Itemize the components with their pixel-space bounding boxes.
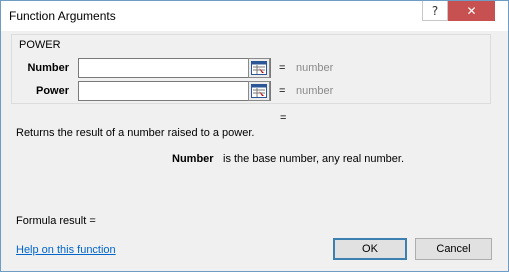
- power-ref-button[interactable]: [248, 81, 270, 101]
- power-equals: =: [279, 85, 286, 97]
- close-icon: ✕: [466, 4, 477, 18]
- power-label: Power: [35, 85, 69, 97]
- function-description: Returns the result of a number raised to…: [16, 127, 255, 139]
- ok-button[interactable]: OK: [333, 238, 407, 260]
- close-button[interactable]: ✕: [448, 1, 495, 21]
- power-hint: number: [296, 85, 334, 97]
- result-equals: =: [280, 112, 287, 124]
- cancel-label: Cancel: [436, 243, 471, 255]
- number-hint: number: [296, 62, 334, 74]
- collapse-dialog-icon: [251, 61, 267, 75]
- formula-result: Formula result =: [16, 215, 96, 227]
- number-input[interactable]: [78, 58, 271, 78]
- title-bar: Function Arguments ? ✕: [1, 1, 508, 31]
- dialog-title: Function Arguments: [9, 9, 116, 23]
- function-name: POWER: [19, 39, 61, 51]
- ok-label: OK: [362, 243, 378, 255]
- param-name: Number: [172, 153, 214, 165]
- question-icon: ?: [431, 3, 439, 18]
- collapse-dialog-icon: [251, 84, 267, 98]
- number-ref-button[interactable]: [248, 58, 270, 78]
- cancel-button[interactable]: Cancel: [415, 238, 492, 260]
- help-button[interactable]: ?: [422, 1, 448, 21]
- number-label: Number: [27, 62, 69, 74]
- power-input[interactable]: [78, 81, 271, 101]
- param-description: is the base number, any real number.: [223, 153, 404, 165]
- function-arguments-dialog: Function Arguments ? ✕ POWER Number = nu…: [0, 0, 509, 272]
- number-equals: =: [279, 62, 286, 74]
- help-link[interactable]: Help on this function: [16, 244, 116, 256]
